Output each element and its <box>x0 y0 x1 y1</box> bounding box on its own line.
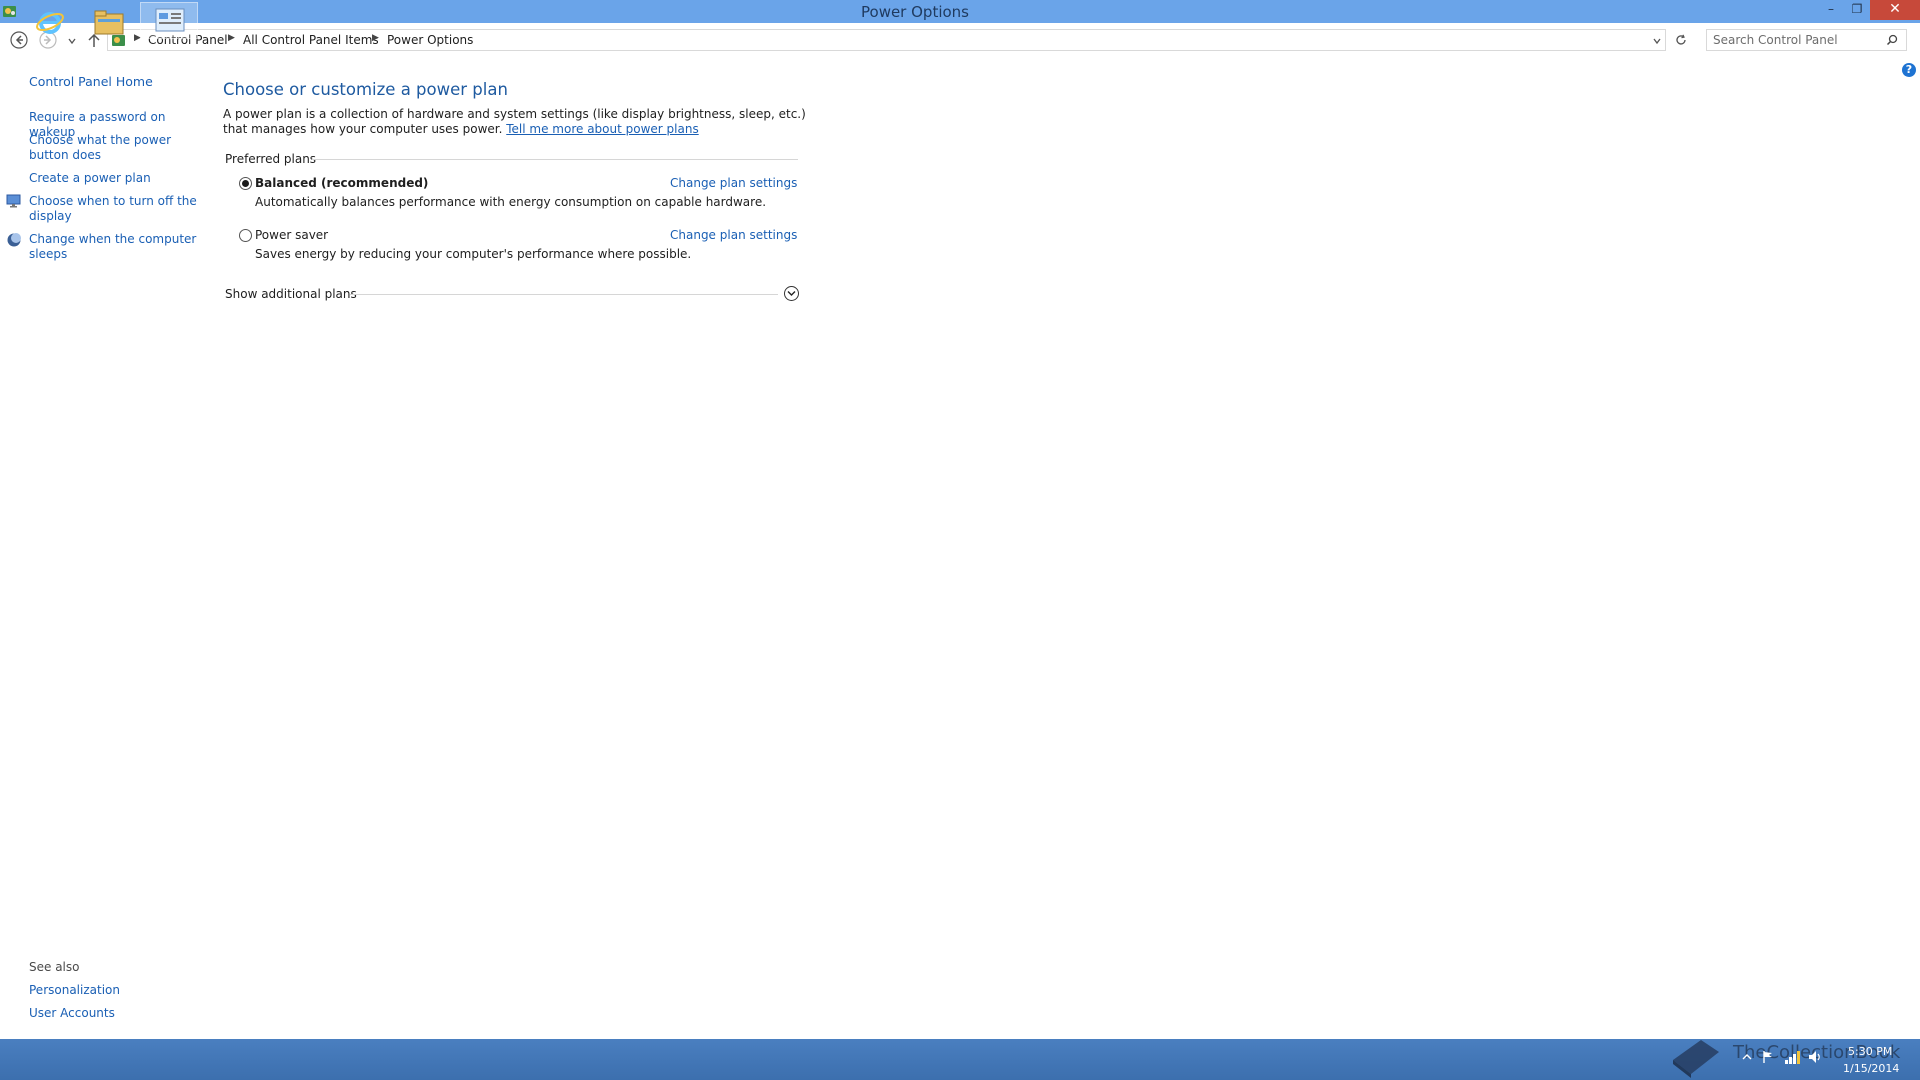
preferred-plans-divider <box>312 159 798 160</box>
search-placeholder: Search Control Panel <box>1713 33 1838 47</box>
taskbar <box>0 1039 1920 1080</box>
control-panel-taskbar-button[interactable] <box>140 2 198 39</box>
volume-speaker-icon[interactable] <box>1808 1050 1822 1064</box>
search-icon[interactable] <box>1886 34 1898 46</box>
breadcrumb-all-items[interactable]: All Control Panel Items <box>243 33 379 47</box>
breadcrumb-separator-icon[interactable]: ▶ <box>228 33 235 43</box>
clock-date[interactable]: 1/15/2014 <box>1843 1062 1899 1075</box>
power-saver-plan-name[interactable]: Power saver <box>255 228 328 242</box>
title-bar: Power Options – ❐ ✕ <box>0 0 1920 23</box>
chevron-down-icon <box>787 291 796 296</box>
search-input[interactable]: Search Control Panel <box>1706 29 1907 51</box>
computer-sleeps-link[interactable]: Change when the computer sleeps <box>29 232 199 262</box>
additional-plans-divider <box>350 294 778 295</box>
balanced-plan-name[interactable]: Balanced (recommended) <box>255 176 428 190</box>
internet-explorer-taskbar-button[interactable] <box>20 2 78 39</box>
internet-explorer-icon <box>36 12 64 34</box>
power-saver-plan-description: Saves energy by reducing your computer's… <box>255 247 692 261</box>
power-saver-plan-radio[interactable] <box>239 229 252 242</box>
balanced-change-settings-link[interactable]: Change plan settings <box>670 176 797 190</box>
show-additional-plans-label[interactable]: Show additional plans <box>225 287 357 301</box>
help-icon[interactable]: ? <box>1902 63 1916 77</box>
action-center-flag-icon[interactable] <box>1762 1050 1774 1064</box>
show-hidden-icons-icon[interactable] <box>1742 1052 1752 1062</box>
breadcrumb-power-options[interactable]: Power Options <box>387 33 473 47</box>
create-power-plan-link[interactable]: Create a power plan <box>29 171 199 186</box>
power-saver-change-settings-link[interactable]: Change plan settings <box>670 228 797 242</box>
breadcrumb-separator-icon[interactable]: ▶ <box>372 33 379 43</box>
network-signal-icon[interactable] <box>1784 1050 1800 1064</box>
refresh-icon[interactable] <box>1675 34 1687 46</box>
control-panel-home-link[interactable]: Control Panel Home <box>29 74 199 89</box>
window-title: Power Options <box>861 3 969 21</box>
balanced-plan-radio[interactable] <box>239 177 252 190</box>
personalization-link[interactable]: Personalization <box>29 983 199 998</box>
tell-me-more-link[interactable]: Tell me more about power plans <box>506 122 698 136</box>
balanced-plan-description: Automatically balances performance with … <box>255 195 767 209</box>
turn-off-display-link[interactable]: Choose when to turn off the display <box>29 194 199 224</box>
radio-selected-dot <box>242 180 249 187</box>
expand-chevron-icon[interactable] <box>784 286 799 301</box>
sleep-moon-icon <box>7 233 21 247</box>
close-button[interactable]: ✕ <box>1870 0 1920 20</box>
control-panel-icon <box>155 8 185 32</box>
minimize-button[interactable]: – <box>1818 0 1844 20</box>
address-dropdown-chevron-icon[interactable] <box>1652 36 1662 46</box>
folder-icon <box>94 10 124 35</box>
display-monitor-icon <box>6 194 21 208</box>
see-also-label: See also <box>29 960 80 974</box>
clock-time[interactable]: 5:30 PM <box>1848 1045 1892 1058</box>
intro-text: A power plan is a collection of hardware… <box>223 107 813 137</box>
power-button-link[interactable]: Choose what the power button does <box>29 133 199 163</box>
preferred-plans-label: Preferred plans <box>225 152 317 166</box>
restore-button[interactable]: ❐ <box>1844 0 1870 20</box>
file-explorer-taskbar-button[interactable] <box>80 2 138 39</box>
page-title: Choose or customize a power plan <box>223 80 508 99</box>
book-logo-icon <box>1673 1040 1719 1078</box>
user-accounts-link[interactable]: User Accounts <box>29 1006 199 1021</box>
